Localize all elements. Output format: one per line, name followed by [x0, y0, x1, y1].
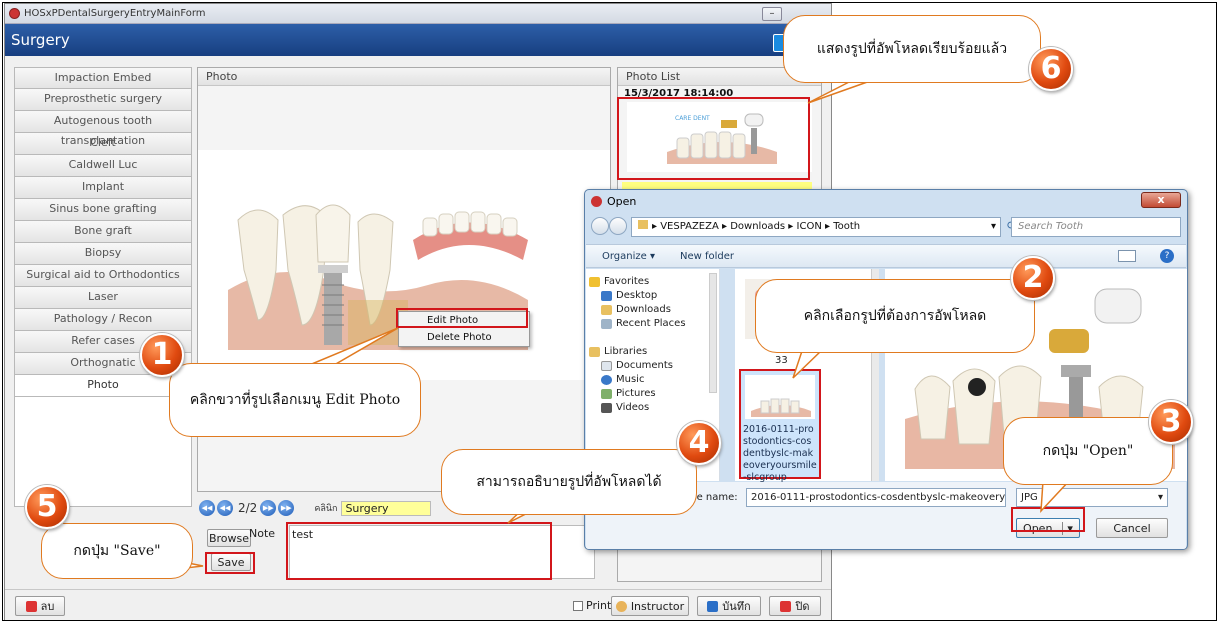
step-4-badge: 4	[677, 421, 721, 465]
callout-step4-text: สามารถอธิบายรูปที่อัพโหลดได้	[476, 474, 662, 490]
screenshot-frame: HOSxPDentalSurgeryEntryMainForm – Surger…	[2, 2, 1217, 621]
callout-step3-text: กดปุ่ม "Open"	[1042, 443, 1134, 459]
callout-step5-text: กดปุ่ม "Save"	[73, 543, 161, 559]
step-6-badge: 6	[1029, 47, 1073, 91]
callout-step2-text: คลิกเลือกรูปที่ต้องการอัพโหลด	[803, 308, 987, 324]
callout-step1: คลิกขวาที่รูปเลือกเมนู Edit Photo	[169, 363, 421, 437]
callout-step2: คลิกเลือกรูปที่ต้องการอัพโหลด	[755, 279, 1035, 353]
callout-step3: กดปุ่ม "Open"	[1003, 417, 1173, 485]
step-2-badge: 2	[1011, 256, 1055, 300]
step-5-badge: 5	[25, 485, 69, 529]
callout-step5: กดปุ่ม "Save"	[41, 523, 193, 579]
callout-step1-text: คลิกขวาที่รูปเลือกเมนู Edit Photo	[189, 392, 401, 408]
step-3-badge: 3	[1149, 400, 1193, 444]
callout-step6: แสดงรูปที่อัพโหลดเรียบร้อยแล้ว	[783, 15, 1041, 83]
step-1-badge: 1	[140, 333, 184, 377]
callout-step4: สามารถอธิบายรูปที่อัพโหลดได้	[441, 449, 697, 515]
callout-step6-text: แสดงรูปที่อัพโหลดเรียบร้อยแล้ว	[816, 41, 1008, 57]
